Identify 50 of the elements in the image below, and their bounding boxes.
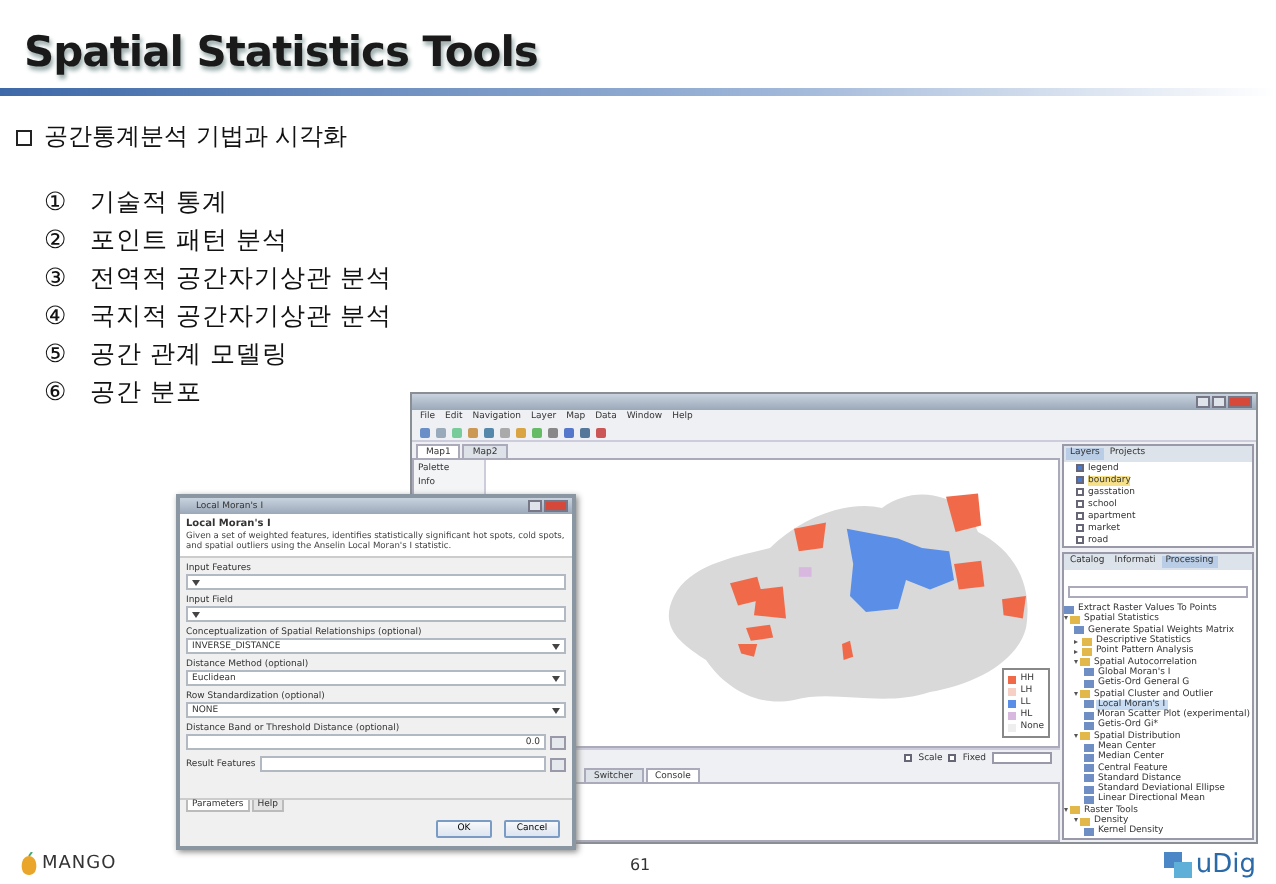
- list-item: 공간 관계 모델링: [90, 338, 289, 370]
- folder-icon: [1080, 732, 1090, 741]
- tool-icon: [1084, 827, 1094, 836]
- tool-icon: [1074, 626, 1084, 635]
- mango-logo-icon: [20, 852, 38, 876]
- tool-icon: [1064, 605, 1074, 614]
- list-number: ②: [44, 224, 67, 256]
- dropdown-arrow-icon[interactable]: [192, 611, 200, 617]
- list-number: ①: [44, 186, 67, 218]
- list-number: ⑤: [44, 338, 67, 370]
- dropdown-arrow-icon[interactable]: [552, 707, 560, 713]
- dropdown-arrow-icon[interactable]: [552, 643, 560, 649]
- layer-checkbox[interactable]: [1076, 500, 1084, 508]
- bullet-square-icon: [16, 129, 32, 145]
- page-number: 61: [629, 855, 651, 873]
- list-item: 포인트 패턴 분석: [90, 224, 289, 256]
- layer-checkbox[interactable]: [1076, 512, 1084, 520]
- slide-title: Spatial Statistics Tools: [24, 28, 538, 76]
- list-item: 전역적 공간자기상관 분석: [90, 262, 393, 294]
- list-number: ⑥: [44, 376, 67, 408]
- folder-icon: [1070, 615, 1080, 624]
- folder-icon: [1080, 690, 1090, 699]
- dropdown-field[interactable]: [186, 606, 566, 622]
- dropdown-arrow-icon[interactable]: [192, 579, 200, 585]
- minimize-button[interactable]: [528, 500, 542, 512]
- browse-button[interactable]: [550, 757, 566, 771]
- maximize-button[interactable]: [1212, 396, 1226, 408]
- spinner-button[interactable]: [550, 735, 566, 749]
- layer-checkbox[interactable]: [1076, 524, 1084, 532]
- minimize-button[interactable]: [1196, 396, 1210, 408]
- dropdown-field[interactable]: [186, 574, 566, 590]
- section-heading: 공간통계분석 기법과 시각화: [44, 120, 348, 154]
- udig-logo-icon: [1163, 851, 1192, 877]
- file-path-field[interactable]: [259, 756, 546, 772]
- list-number: ④: [44, 300, 67, 332]
- layer-checkbox[interactable]: [1076, 464, 1084, 472]
- list-item: 국지적 공간자기상관 분석: [90, 300, 393, 332]
- layer-checkbox[interactable]: [1076, 476, 1084, 484]
- logo-text: MANGO: [42, 854, 117, 874]
- checkbox[interactable]: [904, 754, 913, 762]
- list-item: 기술적 통계: [90, 186, 229, 218]
- checkbox[interactable]: [948, 754, 957, 762]
- list-number: ③: [44, 262, 67, 294]
- layer-checkbox[interactable]: [1076, 488, 1084, 496]
- dropdown-arrow-icon[interactable]: [552, 675, 560, 681]
- scale-field[interactable]: [992, 752, 1052, 764]
- filter-field[interactable]: [1068, 586, 1248, 598]
- list-item: 공간 분포: [90, 376, 203, 408]
- layer-checkbox[interactable]: [1076, 536, 1084, 544]
- logo-text: uDig: [1195, 849, 1256, 879]
